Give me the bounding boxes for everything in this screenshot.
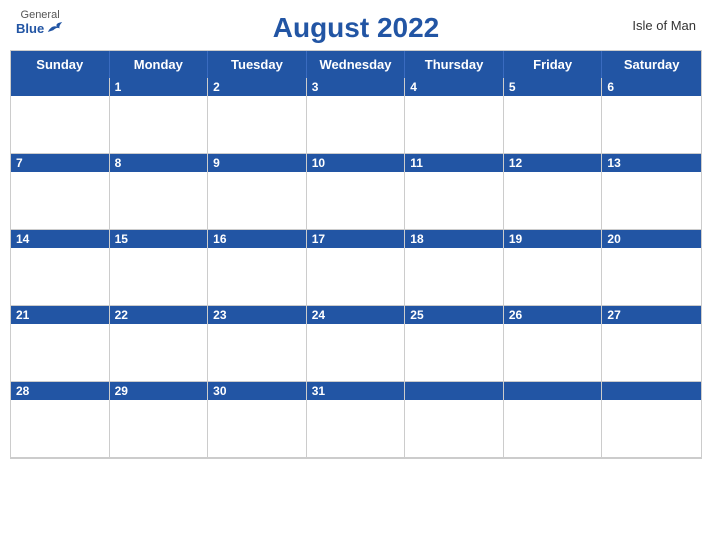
date-number: 13 — [602, 154, 701, 172]
cell-w4-d6: 27 — [602, 306, 701, 382]
cell-w2-d4: 11 — [405, 154, 504, 230]
cell-w1-d2: 2 — [208, 78, 307, 154]
date-number — [602, 382, 701, 400]
date-number: 20 — [602, 230, 701, 248]
cell-w2-d6: 13 — [602, 154, 701, 230]
logo-bird-icon — [46, 21, 64, 35]
cell-w1-d1: 1 — [110, 78, 209, 154]
week-row-2: 78910111213 — [11, 154, 701, 230]
cell-w4-d0: 21 — [11, 306, 110, 382]
cell-w1-d4: 4 — [405, 78, 504, 154]
day-wednesday: Wednesday — [307, 51, 406, 78]
cell-w3-d1: 15 — [110, 230, 209, 306]
date-number: 21 — [11, 306, 109, 324]
date-number: 6 — [602, 78, 701, 96]
date-number: 4 — [405, 78, 503, 96]
day-friday: Friday — [504, 51, 603, 78]
logo-blue-text: Blue — [16, 21, 64, 35]
cell-w2-d3: 10 — [307, 154, 406, 230]
date-number: 15 — [110, 230, 208, 248]
week-row-4: 21222324252627 — [11, 306, 701, 382]
month-title: August 2022 — [273, 12, 440, 44]
cell-w3-d3: 17 — [307, 230, 406, 306]
date-number: 8 — [110, 154, 208, 172]
cell-w3-d2: 16 — [208, 230, 307, 306]
date-number: 24 — [307, 306, 405, 324]
day-headers: Sunday Monday Tuesday Wednesday Thursday… — [11, 51, 701, 78]
day-tuesday: Tuesday — [208, 51, 307, 78]
calendar: Sunday Monday Tuesday Wednesday Thursday… — [10, 50, 702, 459]
date-number: 31 — [307, 382, 405, 400]
date-number: 28 — [11, 382, 109, 400]
cell-w5-d1: 29 — [110, 382, 209, 458]
logo: General Blue — [16, 10, 64, 35]
date-number: 5 — [504, 78, 602, 96]
date-number: 23 — [208, 306, 306, 324]
cell-w2-d0: 7 — [11, 154, 110, 230]
cell-w5-d4 — [405, 382, 504, 458]
cell-w2-d1: 8 — [110, 154, 209, 230]
date-number: 14 — [11, 230, 109, 248]
date-number: 9 — [208, 154, 306, 172]
calendar-body: 1234567891011121314151617181920212223242… — [11, 78, 701, 458]
date-number: 27 — [602, 306, 701, 324]
cell-w4-d5: 26 — [504, 306, 603, 382]
week-row-5: 28293031 — [11, 382, 701, 458]
cell-w3-d0: 14 — [11, 230, 110, 306]
date-number: 30 — [208, 382, 306, 400]
cell-w3-d4: 18 — [405, 230, 504, 306]
region-label: Isle of Man — [632, 18, 696, 33]
cell-w5-d6 — [602, 382, 701, 458]
date-number: 2 — [208, 78, 306, 96]
cell-w2-d2: 9 — [208, 154, 307, 230]
date-number: 25 — [405, 306, 503, 324]
cell-w1-d5: 5 — [504, 78, 603, 154]
day-thursday: Thursday — [405, 51, 504, 78]
date-number — [11, 78, 109, 96]
day-monday: Monday — [110, 51, 209, 78]
date-number: 19 — [504, 230, 602, 248]
week-row-3: 14151617181920 — [11, 230, 701, 306]
date-number: 3 — [307, 78, 405, 96]
date-number: 16 — [208, 230, 306, 248]
date-number: 17 — [307, 230, 405, 248]
date-number: 11 — [405, 154, 503, 172]
date-number: 26 — [504, 306, 602, 324]
cell-w3-d6: 20 — [602, 230, 701, 306]
date-number: 10 — [307, 154, 405, 172]
cell-w4-d4: 25 — [405, 306, 504, 382]
logo-general-text: General — [21, 10, 60, 21]
cell-w4-d1: 22 — [110, 306, 209, 382]
week-row-1: 123456 — [11, 78, 701, 154]
date-number — [405, 382, 503, 400]
date-number: 7 — [11, 154, 109, 172]
cell-w2-d5: 12 — [504, 154, 603, 230]
day-saturday: Saturday — [602, 51, 701, 78]
calendar-header: General Blue August 2022 Isle of Man — [0, 0, 712, 50]
day-sunday: Sunday — [11, 51, 110, 78]
date-number: 29 — [110, 382, 208, 400]
cell-w5-d5 — [504, 382, 603, 458]
cell-w3-d5: 19 — [504, 230, 603, 306]
cell-w4-d3: 24 — [307, 306, 406, 382]
cell-w5-d2: 30 — [208, 382, 307, 458]
cell-w1-d6: 6 — [602, 78, 701, 154]
cell-w1-d0 — [11, 78, 110, 154]
date-number — [504, 382, 602, 400]
date-number: 12 — [504, 154, 602, 172]
date-number: 22 — [110, 306, 208, 324]
date-number: 18 — [405, 230, 503, 248]
cell-w5-d0: 28 — [11, 382, 110, 458]
cell-w1-d3: 3 — [307, 78, 406, 154]
cell-w4-d2: 23 — [208, 306, 307, 382]
cell-w5-d3: 31 — [307, 382, 406, 458]
date-number: 1 — [110, 78, 208, 96]
